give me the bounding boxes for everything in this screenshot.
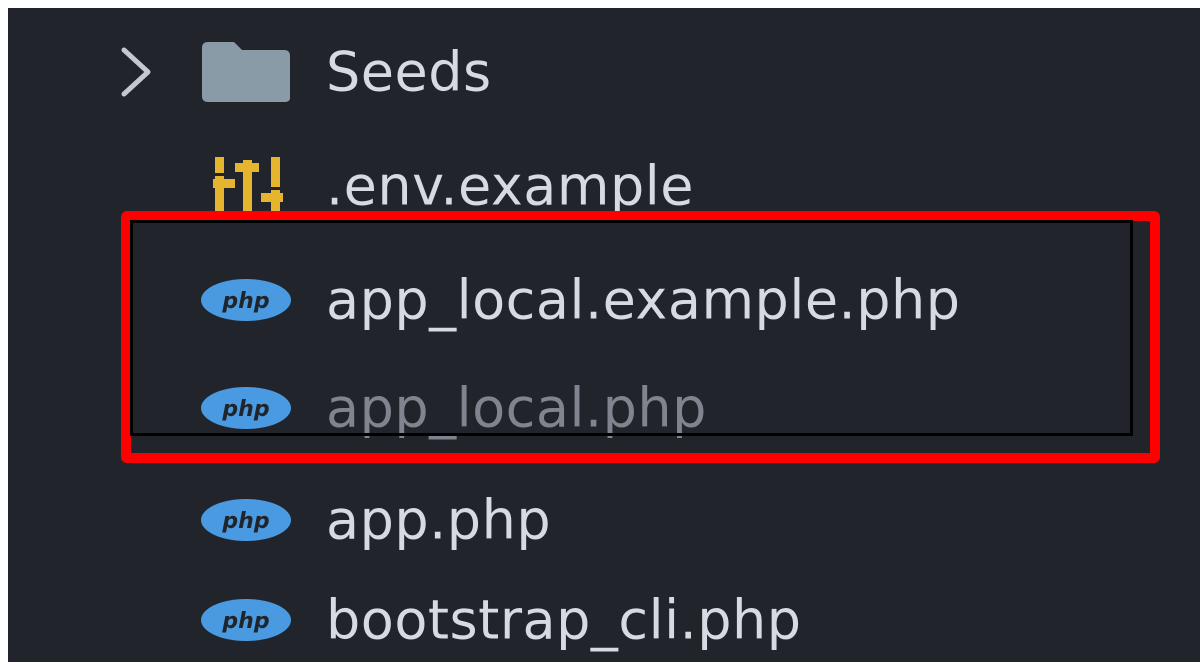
svg-text:php: php (221, 397, 269, 422)
tree-item-bootstrap-cli-php[interactable]: php bootstrap_cli.php (8, 570, 1200, 662)
tree-item-label: app_local.example.php (326, 268, 961, 332)
file-explorer: Seeds .env.example php app_local.example… (8, 8, 1200, 662)
php-icon: php (201, 599, 291, 641)
tree-item-env-example[interactable]: .env.example (8, 130, 1200, 242)
tree-item-app-local-example-php[interactable]: php app_local.example.php (8, 244, 1200, 356)
tree-item-label: app_local.php (326, 376, 707, 440)
tree-item-app-php[interactable]: php app.php (8, 464, 1200, 576)
tree-item-app-local-php[interactable]: php app_local.php (8, 352, 1200, 464)
php-icon: php (201, 279, 291, 321)
tree-item-label: .env.example (326, 154, 694, 218)
php-icon: php (201, 499, 291, 541)
php-icon: php (201, 387, 291, 429)
folder-icon (202, 42, 290, 102)
tree-item-label: app.php (326, 488, 552, 552)
chevron-right-icon[interactable] (116, 44, 156, 100)
svg-text:php: php (221, 509, 269, 534)
svg-text:php: php (221, 609, 269, 634)
tree-item-label: bootstrap_cli.php (326, 588, 802, 652)
svg-text:php: php (221, 289, 269, 314)
settings-sliders-icon (213, 157, 283, 217)
tree-item-label: Seeds (326, 40, 492, 104)
tree-item-seeds-folder[interactable]: Seeds (8, 16, 1200, 128)
